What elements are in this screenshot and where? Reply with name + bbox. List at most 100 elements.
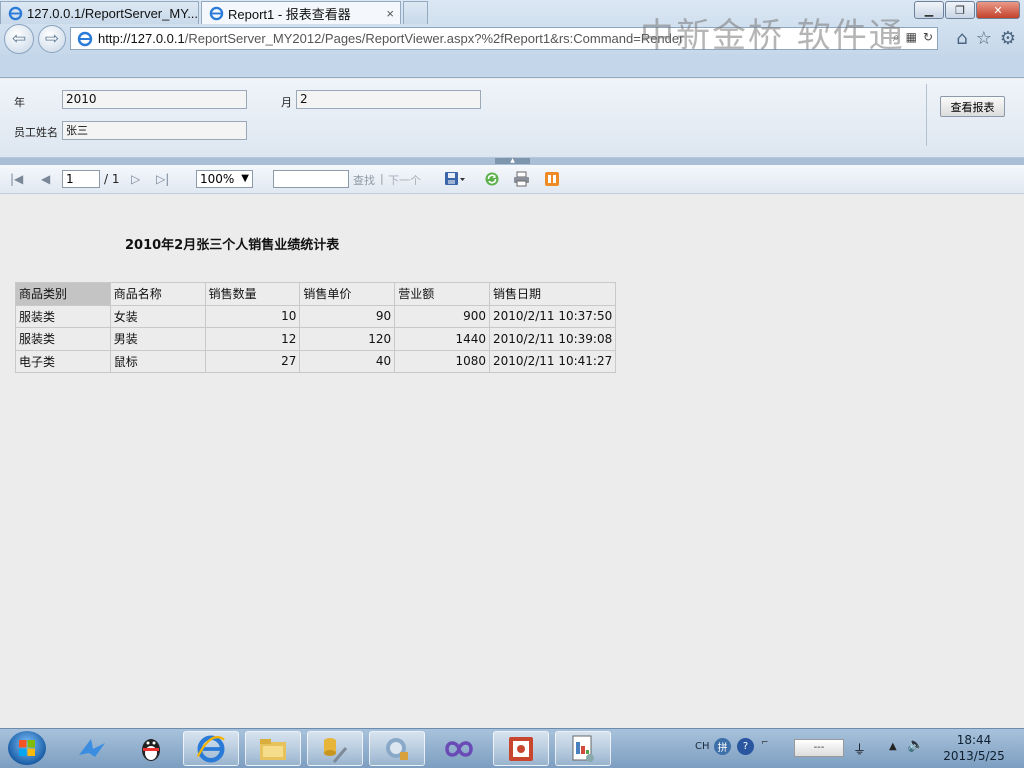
table-cell: 女装 <box>109 304 206 328</box>
tab-label: Report1 - 报表查看器 <box>228 6 351 22</box>
browser-tool-icons: ⌂ ☆ ⚙ <box>956 28 1016 49</box>
column-header[interactable]: 商品类别 <box>15 282 111 306</box>
table-cell: 服装类 <box>15 304 111 328</box>
table-cell: 10 <box>204 304 301 328</box>
table-cell: 鼠标 <box>109 349 206 373</box>
ie-page-icon <box>77 31 93 47</box>
printer-icon <box>514 171 529 186</box>
page-total: / 1 <box>104 172 120 186</box>
column-header: 营业额 <box>394 282 490 306</box>
column-header: 商品名称 <box>109 282 206 306</box>
input-language-indicator[interactable]: CH <box>695 741 710 752</box>
report-toolbar <box>0 165 1024 194</box>
new-tab-button[interactable] <box>403 1 428 24</box>
table-cell: 900 <box>394 304 490 328</box>
month-label: 月 <box>281 96 292 109</box>
table-cell: 12 <box>204 327 301 351</box>
next-page-icon[interactable]: ▷ <box>131 172 140 186</box>
report-title: 2010年2月张三个人销售业绩统计表 <box>125 238 340 253</box>
address-bar[interactable]: http://127.0.0.1/ReportServer_MY2012/Pag… <box>70 27 938 50</box>
ie-tab-icon <box>7 5 23 21</box>
export-button[interactable] <box>442 170 468 187</box>
forward-arrow-icon: ⇨ <box>44 29 60 49</box>
table-cell: 2010/2/11 10:41:27 <box>488 349 617 373</box>
volume-icon[interactable]: 🔈 <box>907 737 924 753</box>
folder-icon <box>260 738 286 760</box>
favorites-star-icon[interactable]: ☆ <box>976 28 992 49</box>
zoom-value: 100% <box>200 172 235 186</box>
settings-gear-icon[interactable]: ⚙ <box>1000 28 1016 49</box>
visual-studio-icon <box>445 740 473 757</box>
taskbar-app-vs[interactable] <box>431 731 487 766</box>
refresh-button[interactable] <box>483 170 500 187</box>
tab-bar <box>0 54 1024 78</box>
table-cell: 2010/2/11 10:39:08 <box>488 327 617 351</box>
view-report-button[interactable]: 查看报表 <box>940 96 1005 117</box>
taskbar-app-ie[interactable] <box>183 731 239 766</box>
find-text-input[interactable] <box>273 170 349 188</box>
taskbar-app-bird[interactable] <box>64 731 120 766</box>
print-button[interactable] <box>513 170 530 187</box>
table-row: 电子类 鼠标 27 40 1080 2010/2/11 10:41:27 <box>15 349 617 373</box>
table-cell: 电子类 <box>15 349 111 373</box>
first-page-icon[interactable]: |◀ <box>10 172 23 186</box>
help-icon[interactable]: ? <box>737 738 754 755</box>
table-cell: 40 <box>299 349 396 373</box>
column-header: 销售数量 <box>204 282 301 306</box>
power-plug-icon[interactable]: ⏚ <box>853 739 866 758</box>
close-icon: ✕ <box>993 3 1003 17</box>
url-host: http://127.0.0.1 <box>98 31 185 46</box>
table-cell: 90 <box>299 304 396 328</box>
close-window-button[interactable]: ✕ <box>976 1 1020 19</box>
taskbar-app-presentation[interactable] <box>493 731 549 766</box>
previous-page-icon[interactable]: ◀ <box>41 172 50 186</box>
ime-icon[interactable]: 拼 <box>714 738 731 755</box>
page-number-input[interactable]: 1 <box>62 170 100 188</box>
tray-status-box[interactable]: --- <box>794 739 844 757</box>
search-icon[interactable]: ⌕ <box>893 30 900 45</box>
table-cell: 27 <box>204 349 301 373</box>
param-divider <box>926 84 927 146</box>
taskbar-app-explorer[interactable] <box>245 731 301 766</box>
find-link[interactable]: 查找 <box>353 172 375 188</box>
employee-input[interactable]: 张三 <box>62 121 247 140</box>
table-cell: 2010/2/11 10:37:50 <box>488 304 617 328</box>
tab-report1[interactable]: Report1 - 报表查看器 × <box>201 1 401 24</box>
home-icon[interactable]: ⌂ <box>956 28 967 49</box>
address-text: http://127.0.0.1/ReportServer_MY2012/Pag… <box>98 31 683 46</box>
taskbar-app-report-builder[interactable] <box>555 731 611 766</box>
year-input[interactable]: 2010 <box>62 90 247 109</box>
taskbar-app-tools[interactable] <box>307 731 363 766</box>
table-row: 服装类 男装 12 120 1440 2010/2/11 10:39:08 <box>15 327 617 351</box>
presentation-icon <box>509 736 533 761</box>
employee-label: 员工姓名 <box>14 126 58 139</box>
atom-feed-button[interactable] <box>543 170 560 187</box>
refresh-icon <box>485 172 498 185</box>
refresh-icon[interactable]: ↻ <box>923 30 933 45</box>
taskbar-app-qq[interactable] <box>123 731 179 766</box>
chevron-down-icon: ▼ <box>241 173 249 184</box>
tab-reportserver[interactable]: 127.0.0.1/ReportServer_MY... <box>0 1 199 24</box>
month-input[interactable]: 2 <box>296 90 481 109</box>
forward-button[interactable]: ⇨ <box>38 25 66 53</box>
show-hidden-icons[interactable]: ▲ <box>889 741 897 752</box>
zoom-select[interactable]: 100% ▼ <box>196 170 253 188</box>
collapse-params-handle[interactable]: ▲ <box>495 158 530 164</box>
find-next-link[interactable]: 下一个 <box>388 172 421 188</box>
compat-view-icon[interactable]: ▦ <box>906 30 917 45</box>
clock-date: 2013/5/25 <box>943 749 1005 763</box>
find-separator: | <box>380 172 384 185</box>
ime-mode-icon[interactable]: ⌐ <box>761 738 769 748</box>
url-path: /ReportServer_MY2012/Pages/ReportViewer.… <box>184 31 684 46</box>
close-tab-icon[interactable]: × <box>386 6 394 21</box>
minimize-button[interactable]: ▁ <box>914 1 944 19</box>
back-button[interactable]: ⇦ <box>4 24 34 54</box>
system-clock[interactable]: 18:44 2013/5/25 <box>934 732 1014 764</box>
start-button[interactable] <box>8 731 46 765</box>
bird-app-icon <box>79 738 105 757</box>
last-page-icon[interactable]: ▷| <box>156 172 169 186</box>
taskbar-app-ssms[interactable] <box>369 731 425 766</box>
table-cell: 1080 <box>394 349 490 373</box>
table-cell: 1440 <box>394 327 490 351</box>
maximize-button[interactable]: ❐ <box>945 1 975 19</box>
